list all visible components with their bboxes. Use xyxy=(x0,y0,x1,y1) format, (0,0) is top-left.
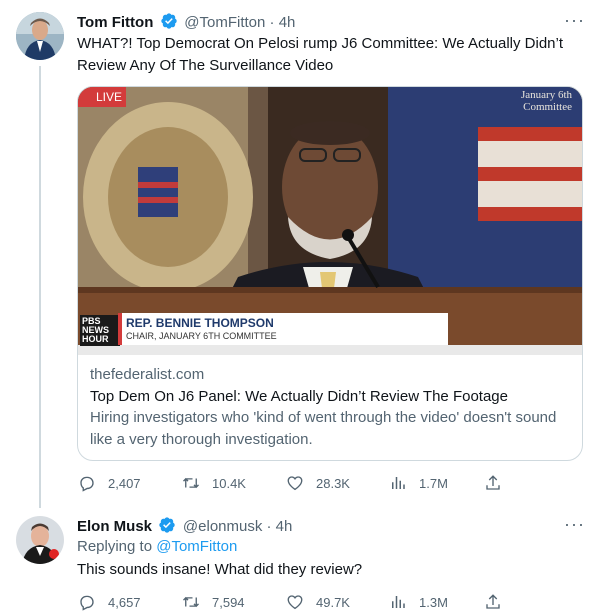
replying-to-line: Replying to @TomFitton xyxy=(77,538,237,555)
replying-prefix: Replying to xyxy=(77,538,157,555)
share-button[interactable] xyxy=(484,474,514,492)
avatar-elon-musk[interactable] xyxy=(16,516,64,564)
share-icon xyxy=(486,475,500,490)
verified-badge-icon xyxy=(160,12,178,30)
author-name[interactable]: Tom Fitton xyxy=(77,14,153,31)
committee-watermark: January 6th Committee xyxy=(520,89,572,113)
like-count: 49.7K xyxy=(316,594,350,610)
like-icon xyxy=(287,476,303,491)
link-card[interactable]: LIVE January 6th Committee PBS NEWS HOUR… xyxy=(77,86,583,461)
like-icon xyxy=(287,595,303,610)
tweet2-text: This sounds insane! What did they review… xyxy=(77,561,363,578)
retweet-count: 10.4K xyxy=(212,475,246,491)
author-name[interactable]: Elon Musk xyxy=(77,518,152,535)
like-button[interactable]: 49.7K xyxy=(286,593,350,611)
verified-badge-icon xyxy=(158,516,176,534)
share-button[interactable] xyxy=(484,593,514,611)
card-image: LIVE January 6th Committee PBS NEWS HOUR… xyxy=(78,87,582,355)
card-description: Hiring investigators who 'kind of went t… xyxy=(90,409,557,448)
like-button[interactable]: 28.3K xyxy=(286,474,350,492)
replying-to-link[interactable]: @TomFitton xyxy=(156,538,237,555)
lower-third-name: REP. BENNIE THOMPSON xyxy=(126,316,274,330)
retweet-button[interactable]: 7,594 xyxy=(182,593,245,611)
live-badge: LIVE xyxy=(78,87,126,107)
avatar-tom-fitton[interactable] xyxy=(16,12,64,60)
tweet1-text: WHAT?! Top Democrat On Pelosi rump J6 Co… xyxy=(77,35,563,74)
like-count: 28.3K xyxy=(316,475,350,491)
retweet-icon xyxy=(183,477,199,489)
card-domain: thefederalist.com xyxy=(90,366,205,383)
reply-count: 2,407 xyxy=(108,475,141,491)
more-icon[interactable]: ··· xyxy=(564,10,585,31)
retweet-count: 7,594 xyxy=(212,594,245,610)
pbs-logo: PBS NEWS HOUR xyxy=(80,315,120,346)
lower-third: REP. BENNIE THOMPSON CHAIR, JANUARY 6TH … xyxy=(118,313,448,345)
card-title: Top Dem On J6 Panel: We Actually Didn’t … xyxy=(90,388,508,405)
tweet2-header: Elon Musk @elonmusk · 4h xyxy=(77,516,292,536)
share-icon xyxy=(486,594,500,609)
retweet-icon xyxy=(183,596,199,608)
author-handle[interactable]: @elonmusk · 4h xyxy=(183,518,292,535)
tweet1-header: Tom Fitton @TomFitton · 4h xyxy=(77,12,295,32)
reply-button[interactable]: 4,657 xyxy=(78,593,141,611)
reply-icon xyxy=(80,476,94,492)
views-button[interactable]: 1.3M xyxy=(389,593,448,611)
reply-count: 4,657 xyxy=(108,594,141,610)
reply-icon xyxy=(80,595,94,611)
thread-connector-line xyxy=(39,66,41,508)
views-count: 1.7M xyxy=(419,475,448,491)
reply-button[interactable]: 2,407 xyxy=(78,474,141,492)
lower-third-title: CHAIR, JANUARY 6TH COMMITTEE xyxy=(126,331,277,341)
views-count: 1.3M xyxy=(419,594,448,610)
views-button[interactable]: 1.7M xyxy=(389,474,448,492)
views-icon xyxy=(392,477,405,489)
author-handle[interactable]: @TomFitton · 4h xyxy=(184,14,295,31)
views-icon xyxy=(392,596,405,608)
more-icon[interactable]: ··· xyxy=(564,514,585,535)
retweet-button[interactable]: 10.4K xyxy=(182,474,246,492)
